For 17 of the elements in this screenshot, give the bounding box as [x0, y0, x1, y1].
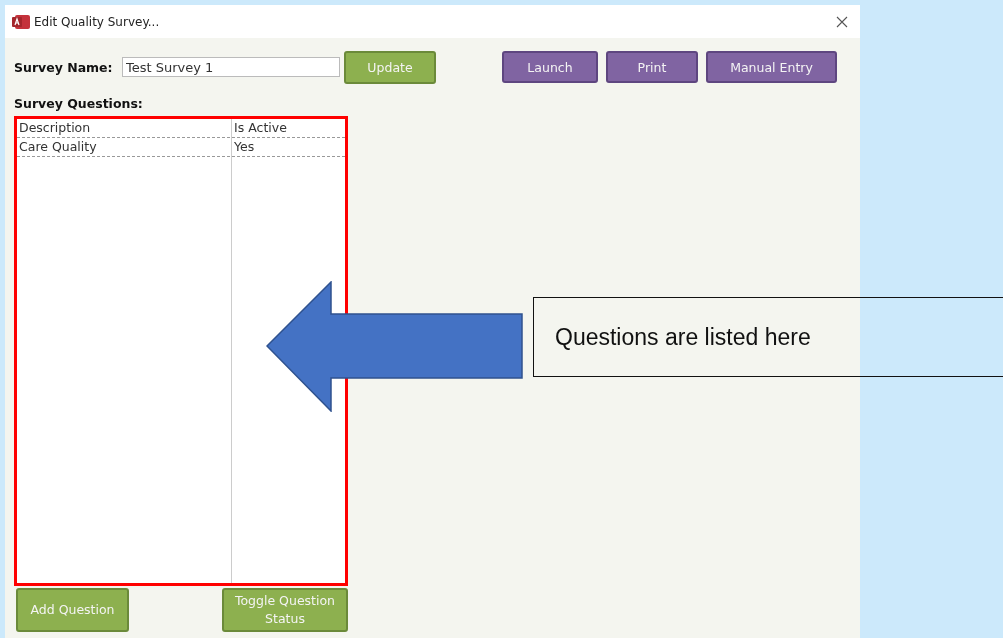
action-button[interactable]: Add Question — [16, 588, 129, 632]
action-button[interactable]: Print — [606, 51, 698, 83]
action-button[interactable]: Manual Entry — [706, 51, 837, 83]
survey-name-field[interactable]: Test Survey 1 — [122, 57, 340, 77]
survey-name-label: Survey Name: — [14, 59, 114, 75]
action-button[interactable]: Toggle Question Status — [222, 588, 348, 632]
app-icon — [12, 14, 30, 29]
column-header: Is Active — [233, 119, 287, 137]
action-button[interactable]: Launch — [502, 51, 598, 83]
window-title: Edit Quality Survey... — [34, 14, 161, 29]
update-button[interactable]: Update — [344, 50, 436, 84]
column-header: Description — [18, 119, 92, 137]
callout-text: Questions are listed here — [555, 323, 811, 351]
close-icon[interactable] — [836, 15, 848, 28]
survey-questions-label: Survey Questions: — [14, 96, 144, 111]
table-cell-text: Yes — [233, 138, 255, 156]
table-cell-text: Care Quality — [18, 138, 98, 156]
